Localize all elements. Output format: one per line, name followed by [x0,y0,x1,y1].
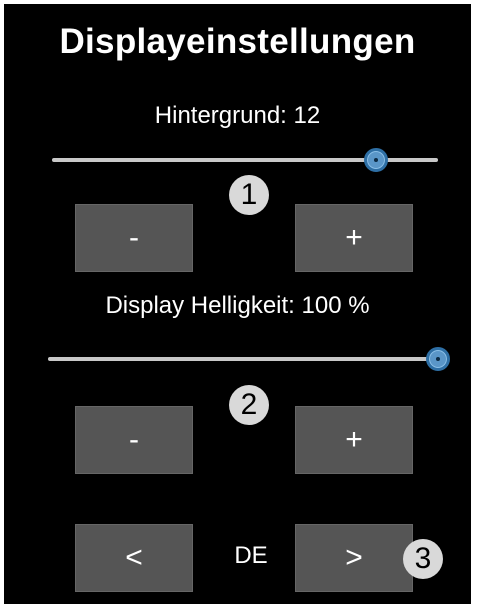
language-prev-button[interactable]: < [75,524,193,592]
page-title: Displayeinstellungen [59,22,416,61]
brightness-increase-button[interactable]: + [295,406,413,474]
background-slider[interactable] [52,148,438,172]
callout-badge-1: 1 [229,175,269,215]
display-settings-screen: Displayeinstellungen Hintergrund: 12 1 -… [4,4,471,604]
callout-badge-2: 2 [229,385,269,425]
brightness-slider-track [48,357,438,361]
language-next-button[interactable]: > [295,524,413,592]
callout-badge-3: 3 [403,539,443,579]
background-increase-button[interactable]: + [295,204,413,272]
brightness-decrease-button[interactable]: - [75,406,193,474]
background-slider-thumb[interactable] [364,148,389,172]
language-value: DE [234,542,268,569]
brightness-label: Display Helligkeit: 100 % [105,292,370,319]
background-decrease-button[interactable]: - [75,204,193,272]
brightness-slider[interactable] [48,347,450,371]
background-label: Hintergrund: 12 [154,102,321,129]
brightness-slider-thumb[interactable] [426,347,450,371]
